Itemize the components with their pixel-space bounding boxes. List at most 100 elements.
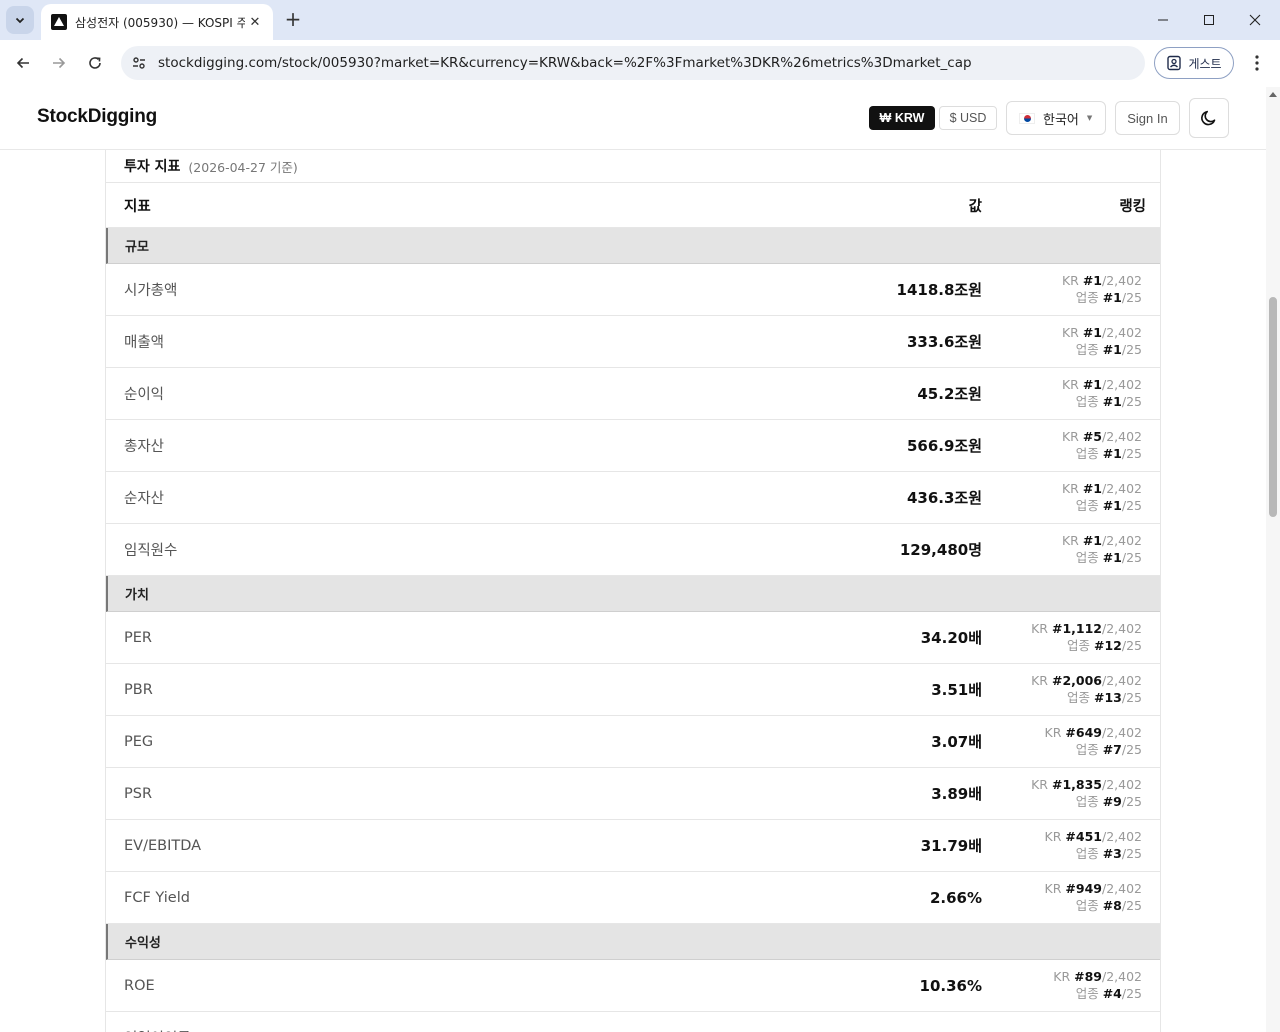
scroll-up-arrow-icon[interactable] — [1269, 92, 1277, 97]
col-value-header: 값 — [968, 198, 982, 215]
profile-icon — [1167, 55, 1182, 71]
metric-rank: KR #1/2,402 업종 #1/25 — [982, 533, 1160, 566]
rank-market-prefix: KR — [1053, 969, 1071, 984]
rank-market: KR #5/2,402 — [982, 429, 1142, 446]
rank-market-total: /2,402 — [1102, 881, 1142, 896]
table-row[interactable]: 순자산 436.3조원 KR #1/2,402 업종 #1/25 — [106, 472, 1160, 524]
metric-rank: KR #649/2,402 업종 #7/25 — [982, 725, 1160, 758]
new-tab-button[interactable]: + — [282, 7, 304, 31]
site-logo[interactable]: StockDigging — [37, 106, 157, 128]
rank-industry-total: /25 — [1121, 393, 1142, 409]
rank-industry-position: #1 — [1102, 445, 1122, 461]
table-row[interactable]: 순이익 45.2조원 KR #1/2,402 업종 #1/25 — [106, 368, 1160, 420]
table-row[interactable]: 총자산 566.9조원 KR #5/2,402 업종 #1/25 — [106, 420, 1160, 472]
rank-market-prefix: KR — [1044, 881, 1062, 896]
metric-value: 13.67% — [822, 1029, 982, 1032]
rank-industry-position: #1 — [1102, 393, 1122, 409]
group-row: 가치 — [106, 576, 1160, 612]
rank-industry-prefix: 업종 — [1075, 985, 1099, 1001]
rank-industry: 업종 #3/25 — [982, 846, 1142, 863]
rank-market: KR #949/2,402 — [982, 881, 1142, 898]
metric-name: ROE — [124, 977, 155, 994]
url-text: stockdigging.com/stock/005930?market=KR&… — [158, 55, 972, 71]
main-content: 투자 지표 (2026-04-27 기준) 지표 값 랭킹 규모 시가총액 1418… — [0, 150, 1266, 1032]
rank-market-prefix: KR — [1061, 377, 1079, 392]
table-body: 규모 시가총액 1418.8조원 KR #1/2,402 업종 #1/25 매출액 333.… — [106, 228, 1160, 1032]
rank-industry-total: /25 — [1121, 289, 1142, 305]
rank-market-total: /2,402 — [1102, 481, 1142, 496]
metric-rank: KR #1/2,402 업종 #1/25 — [982, 377, 1160, 410]
page-scrollbar[interactable] — [1266, 87, 1280, 1032]
theme-toggle-button[interactable] — [1189, 98, 1229, 138]
back-icon[interactable] — [10, 50, 36, 76]
rank-industry-prefix: 업종 — [1075, 549, 1099, 565]
site-info-icon[interactable] — [128, 52, 150, 74]
rank-market-position: #1 — [1082, 533, 1102, 548]
rank-industry-position: #4 — [1102, 985, 1122, 1001]
signin-button[interactable]: Sign In — [1115, 101, 1180, 135]
rank-market-prefix: KR — [1061, 481, 1079, 496]
profile-button[interactable]: 게스트 — [1154, 47, 1234, 79]
rank-market: KR #1,112/2,402 — [982, 621, 1142, 638]
rank-market-prefix: KR — [1031, 777, 1048, 792]
rank-market: KR #1,835/2,402 — [982, 777, 1142, 794]
rank-industry-total: /25 — [1121, 845, 1142, 861]
rank-industry-total: /25 — [1121, 689, 1142, 705]
currency-krw-button[interactable]: ₩ KRW — [869, 106, 935, 130]
metric-rank: KR #2,006/2,402 업종 #13/25 — [982, 673, 1160, 706]
active-tab[interactable]: 삼성전자 (005930) — KOSPI 주 ✕ — [41, 4, 273, 40]
table-row[interactable]: EV/EBITDA 31.79배 KR #451/2,402 업종 #3/25 — [106, 820, 1160, 872]
metric-value: 3.89배 — [931, 785, 982, 803]
maximize-icon[interactable] — [1197, 8, 1221, 32]
rank-market-position: #1,835 — [1051, 777, 1102, 792]
rank-industry: 업종 #7/25 — [982, 742, 1142, 759]
rank-market-position: #1 — [1082, 325, 1102, 340]
metric-name: EV/EBITDA — [124, 837, 202, 854]
table-row[interactable]: PBR 3.51배 KR #2,006/2,402 업종 #13/25 — [106, 664, 1160, 716]
window-close-icon[interactable] — [1243, 8, 1267, 32]
metric-rank: KR #5/2,402 업종 #1/25 — [982, 429, 1160, 462]
rank-market-total: /2,402 — [1102, 777, 1142, 792]
table-row[interactable]: 영업이익률13.67%KR #64/2,402 — [106, 1012, 1160, 1032]
rank-market-position: #451 — [1065, 829, 1102, 844]
table-row[interactable]: PER 34.20배 KR #1,112/2,402 업종 #12/25 — [106, 612, 1160, 664]
table-row[interactable]: FCF Yield 2.66% KR #949/2,402 업종 #8/25 — [106, 872, 1160, 924]
language-label: 한국어 — [1043, 112, 1079, 128]
language-select[interactable]: 한국어 ▼ — [1006, 101, 1106, 135]
metric-rank: KR #1,835/2,402 업종 #9/25 — [982, 777, 1160, 810]
forward-icon[interactable] — [46, 50, 72, 76]
table-row[interactable]: 매출액 333.6조원 KR #1/2,402 업종 #1/25 — [106, 316, 1160, 368]
rank-industry-total: /25 — [1121, 741, 1142, 757]
rank-industry-position: #1 — [1102, 549, 1122, 565]
minimize-icon[interactable] — [1151, 8, 1175, 32]
rank-industry: 업종 #1/25 — [982, 446, 1142, 463]
metric-value: 3.07배 — [931, 733, 982, 751]
table-row[interactable]: 시가총액 1418.8조원 KR #1/2,402 업종 #1/25 — [106, 264, 1160, 316]
table-row[interactable]: 임직원수 129,480명 KR #1/2,402 업종 #1/25 — [106, 524, 1160, 576]
rank-market: KR #1/2,402 — [982, 533, 1142, 550]
rank-market-position: #1 — [1082, 273, 1102, 288]
table-row[interactable]: PSR 3.89배 KR #1,835/2,402 업종 #9/25 — [106, 768, 1160, 820]
profile-label: 게스트 — [1188, 56, 1222, 71]
rank-market-total: /2,402 — [1102, 621, 1142, 636]
reload-icon[interactable] — [82, 50, 108, 76]
table-row[interactable]: ROE 10.36% KR #89/2,402 업종 #4/25 — [106, 960, 1160, 1012]
rank-market-position: #5 — [1082, 429, 1102, 444]
currency-usd-button[interactable]: $ USD — [939, 106, 997, 130]
section-date: (2026-04-27 기준) — [188, 159, 298, 175]
favicon-icon — [51, 14, 67, 30]
scroll-thumb[interactable] — [1269, 297, 1277, 517]
tab-search-button[interactable] — [6, 6, 34, 34]
metrics-panel: 투자 지표 (2026-04-27 기준) 지표 값 랭킹 규모 시가총액 1418… — [105, 150, 1161, 1032]
browser-menu-icon[interactable] — [1246, 52, 1268, 74]
table-row[interactable]: PEG 3.07배 KR #649/2,402 업종 #7/25 — [106, 716, 1160, 768]
group-row: 규모 — [106, 228, 1160, 264]
close-icon[interactable]: ✕ — [247, 14, 263, 30]
metric-rank: KR #1/2,402 업종 #1/25 — [982, 273, 1160, 306]
address-bar[interactable]: stockdigging.com/stock/005930?market=KR&… — [121, 46, 1145, 80]
rank-industry: 업종 #1/25 — [982, 290, 1142, 307]
rank-industry-prefix: 업종 — [1075, 897, 1099, 913]
rank-market-position: #949 — [1065, 881, 1102, 896]
rank-industry-position: #1 — [1102, 497, 1122, 513]
rank-industry-position: #1 — [1102, 289, 1122, 305]
